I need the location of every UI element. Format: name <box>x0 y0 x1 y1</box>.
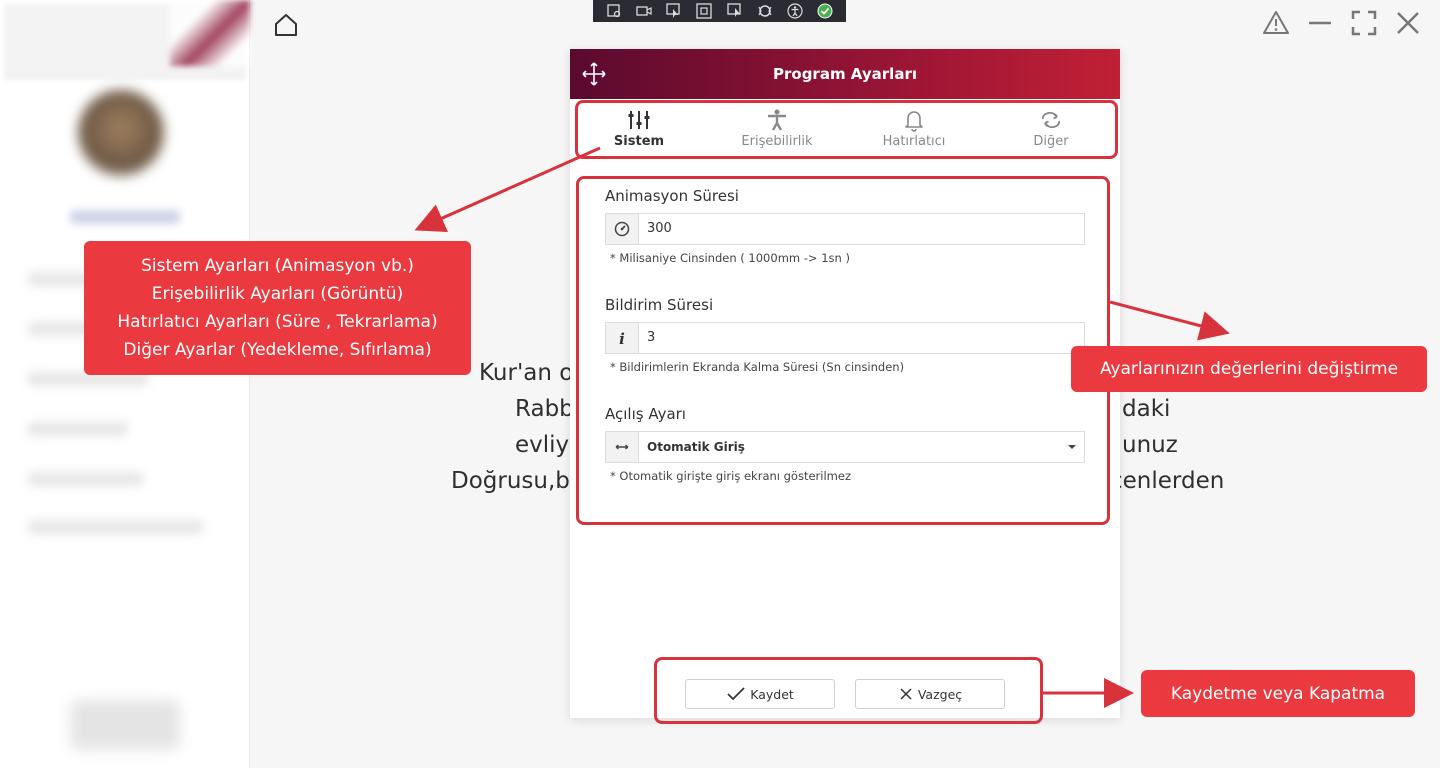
callout-line: Sistem Ayarları (Animasyon vb.) <box>141 256 414 276</box>
video-icon[interactable] <box>635 2 653 20</box>
buttons-callout: Kaydetme veya Kapatma <box>1141 670 1415 717</box>
background-text-line: Kur'an o <box>479 360 574 386</box>
pointer-icon[interactable] <box>726 2 744 20</box>
sidebar-footer <box>70 700 180 750</box>
background-text-line: unuz <box>1122 432 1178 458</box>
minimize-icon[interactable] <box>1306 9 1334 37</box>
window-icon[interactable] <box>695 2 713 20</box>
accessibility-icon[interactable] <box>786 2 804 20</box>
callout-line: Diğer Ayarlar (Yedekleme, Sıfırlama) <box>123 340 432 360</box>
tabs-highlight <box>575 100 1118 159</box>
screenshot-icon[interactable] <box>605 2 623 20</box>
sidebar-item[interactable] <box>28 422 128 436</box>
callout-text: Kaydetme veya Kapatma <box>1170 683 1386 704</box>
callout-line: Hatırlatıcı Ayarları (Süre , Tekrarlama) <box>117 312 438 332</box>
sidebar-item[interactable] <box>28 520 203 534</box>
user-name <box>70 210 180 224</box>
ribbon-decoration <box>170 0 250 66</box>
sidebar-item[interactable] <box>28 472 143 486</box>
home-icon[interactable] <box>273 12 299 38</box>
avatar[interactable] <box>78 90 164 176</box>
dialog-header[interactable]: Program Ayarları <box>570 49 1120 99</box>
accessibility-wheel-icon[interactable] <box>756 2 774 20</box>
fields-callout: Ayarlarınızın değerlerini değiştirme <box>1071 346 1427 392</box>
background-text-line: Doğrusu,b <box>451 468 570 494</box>
callout-text: Ayarlarınızın değerlerini değiştirme <box>1099 359 1399 379</box>
fields-highlight <box>576 176 1110 525</box>
callout-line: Erişebilirlik Ayarları (Görüntü) <box>151 284 404 304</box>
buttons-highlight <box>654 657 1043 724</box>
screen-toolbar <box>593 0 846 22</box>
close-icon[interactable] <box>1394 9 1422 37</box>
fullscreen-icon[interactable] <box>1350 9 1378 37</box>
sidebar <box>0 0 250 768</box>
dialog-title: Program Ayarları <box>773 65 917 83</box>
cursor-icon[interactable] <box>665 2 683 20</box>
background-text-line: Rabb <box>515 396 574 422</box>
warning-icon[interactable] <box>1262 9 1290 37</box>
tabs-callout: Sistem Ayarları (Animasyon vb.) Erişebil… <box>84 241 471 375</box>
background-text-line: evliy <box>515 432 570 458</box>
check-circle-icon[interactable] <box>816 2 834 20</box>
background-text-line: daki <box>1122 396 1171 422</box>
background-text-line: çenlerden <box>1110 468 1225 494</box>
